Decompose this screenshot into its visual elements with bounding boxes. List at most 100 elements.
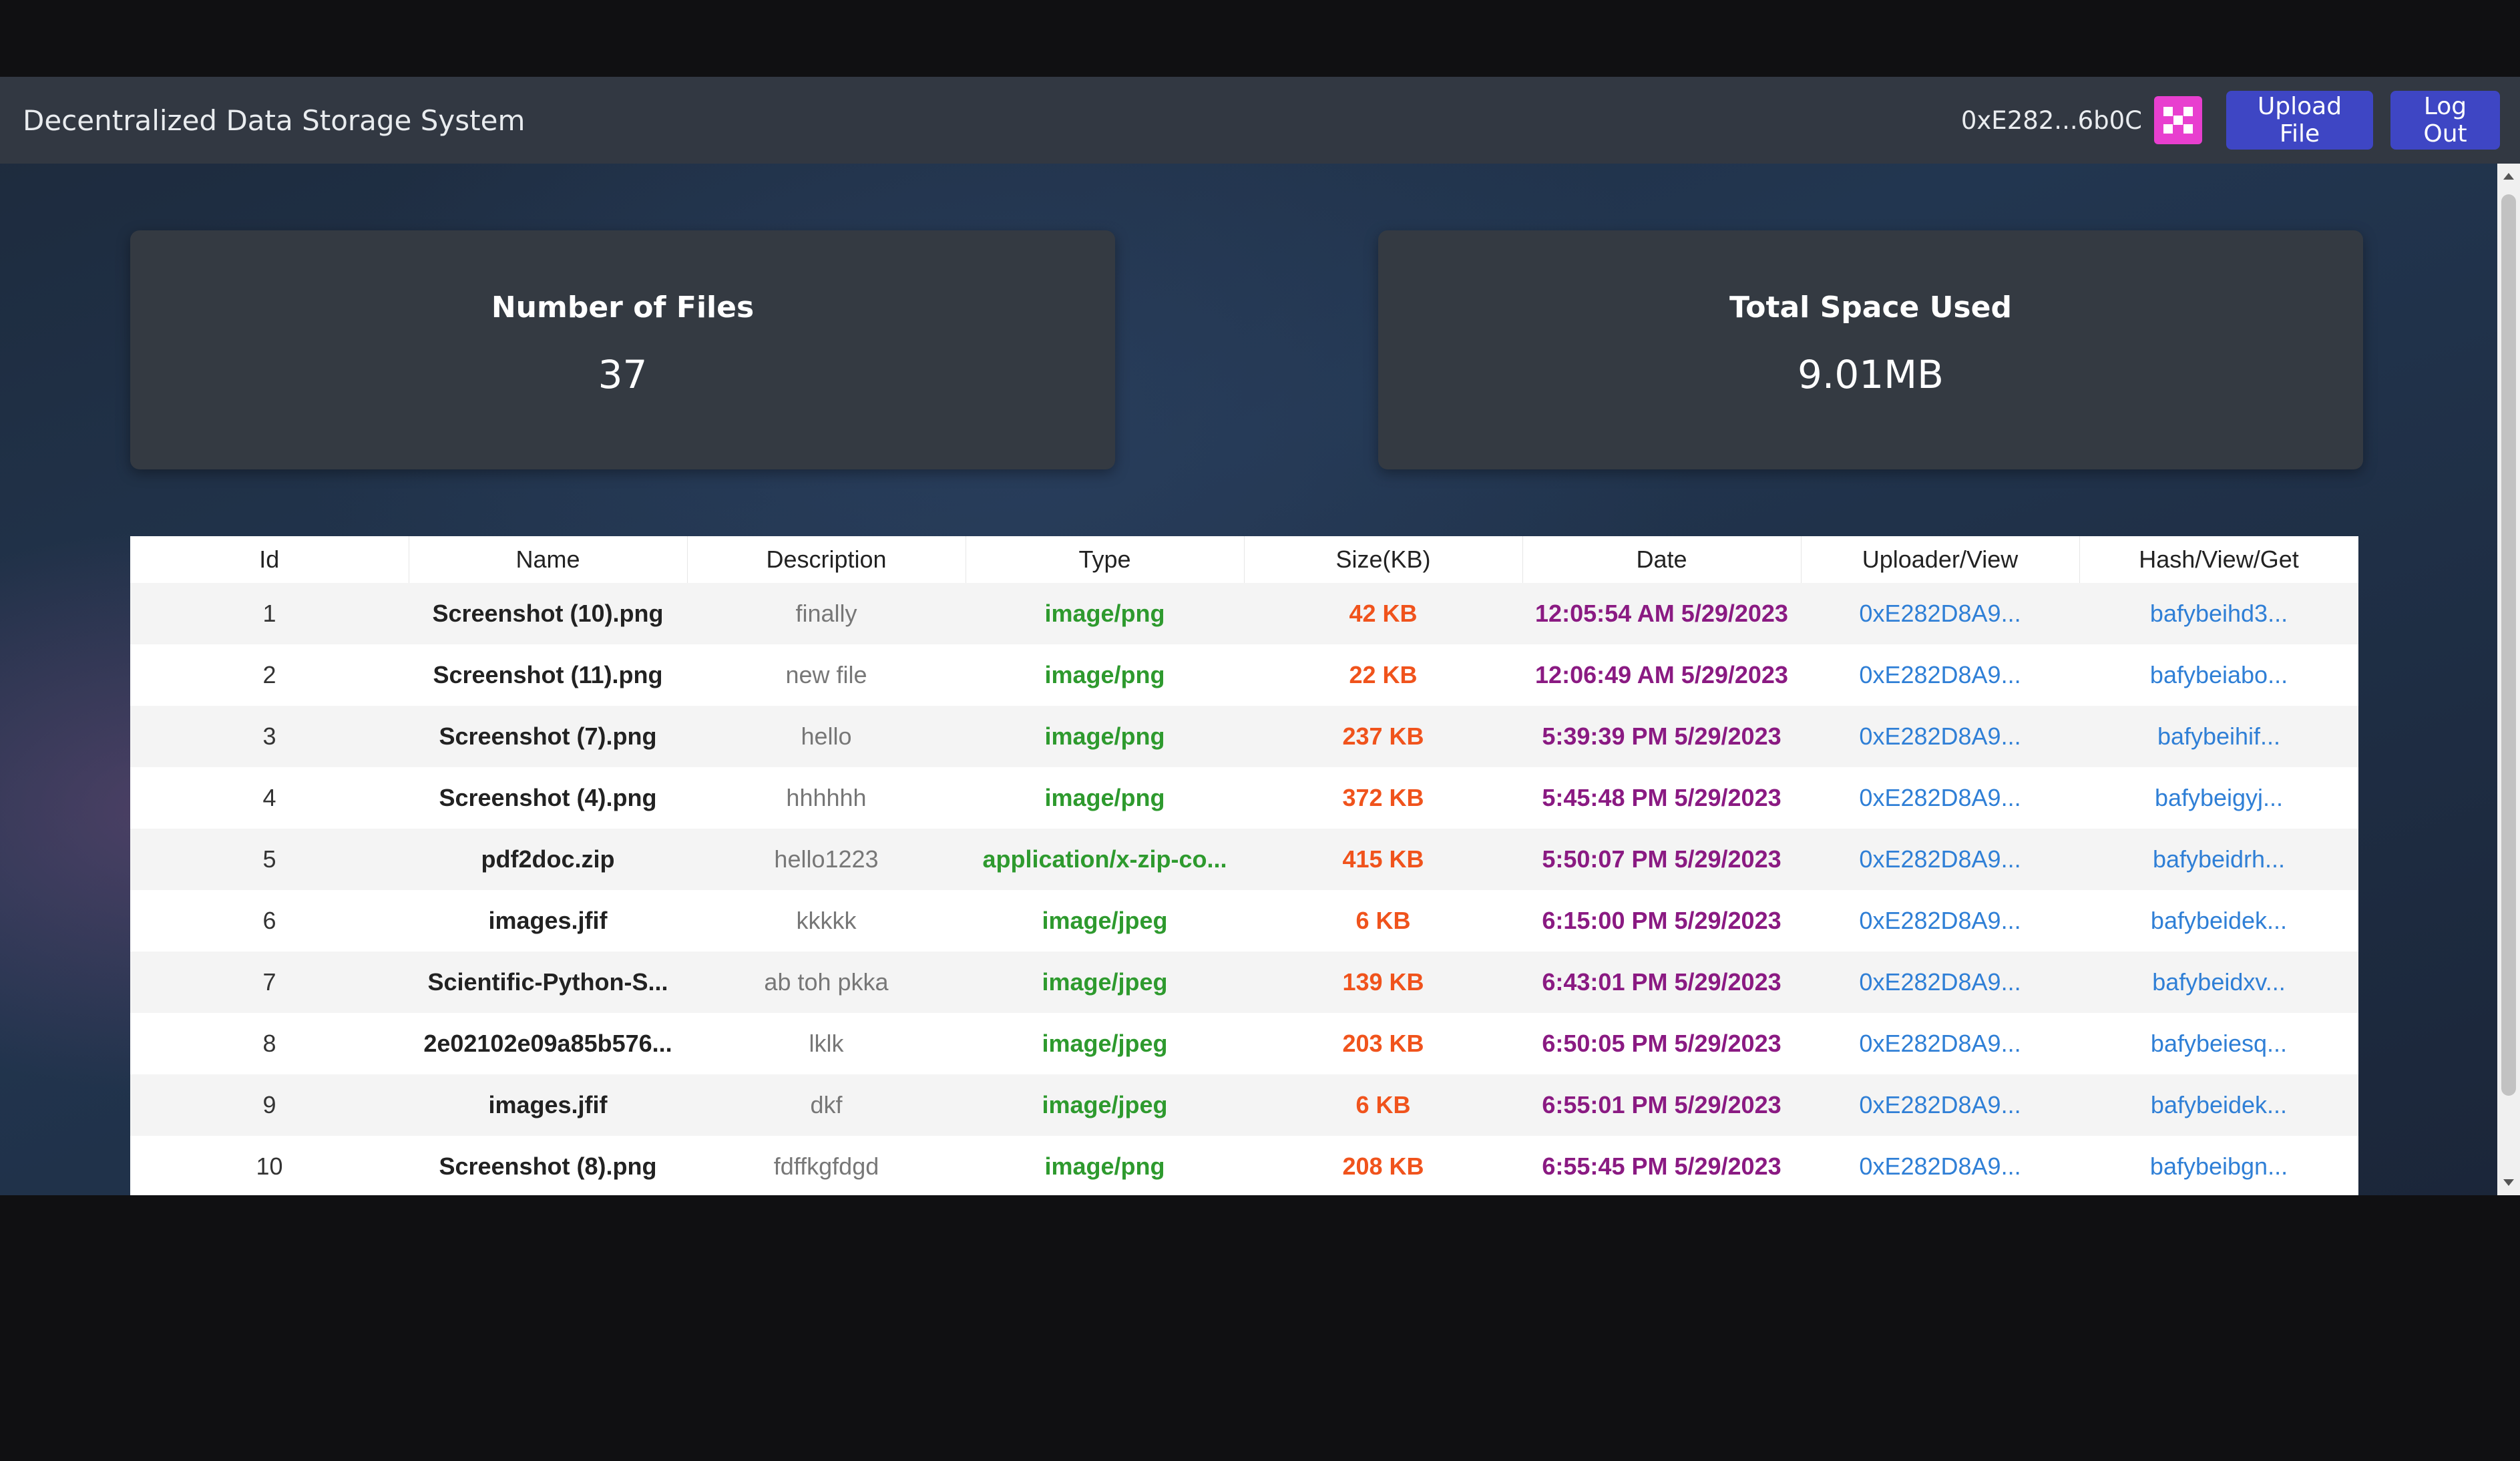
cell-hash-link[interactable]: bafybeidek... (2079, 1074, 2358, 1136)
cell-description: ab toh pkka (687, 952, 966, 1013)
cell-id: 3 (130, 706, 409, 767)
navbar-actions: 0xE282...6b0C Upload File Log Out (1961, 77, 2500, 164)
header-description[interactable]: Description (687, 536, 966, 583)
number-of-files-card: Number of Files 37 (130, 230, 1115, 469)
cell-id: 2 (130, 644, 409, 706)
cell-size: 6 KB (1244, 890, 1522, 952)
cell-size: 22 KB (1244, 644, 1522, 706)
cell-description: hhhhhh (687, 767, 966, 829)
cell-name: 2e02102e09a85b576... (409, 1013, 687, 1074)
files-table-container[interactable]: Id Name Description Type Size(KB) Date U… (130, 536, 2358, 1195)
cell-date: 5:45:48 PM 5/29/2023 (1522, 767, 1801, 829)
app-window: Decentralized Data Storage System 0xE282… (0, 77, 2520, 1195)
log-out-button[interactable]: Log Out (2390, 91, 2500, 150)
cell-uploader-link[interactable]: 0xE282D8A9... (1801, 1013, 2079, 1074)
cell-hash-link[interactable]: bafybeihif... (2079, 706, 2358, 767)
cell-uploader-link[interactable]: 0xE282D8A9... (1801, 890, 2079, 952)
cell-type: image/jpeg (966, 1074, 1244, 1136)
cell-uploader-link[interactable]: 0xE282D8A9... (1801, 952, 2079, 1013)
cell-size: 139 KB (1244, 952, 1522, 1013)
table-row: 10 Screenshot (8).png fdffkgfdgd image/png 2… (130, 1136, 2358, 1195)
cell-id: 10 (130, 1136, 409, 1195)
cell-name: Scientific-Python-S... (409, 952, 687, 1013)
cell-id: 8 (130, 1013, 409, 1074)
cell-type: image/png (966, 767, 1244, 829)
table-row: 1 Screenshot (10).png finally image/png 42 K… (130, 583, 2358, 644)
account-address: 0xE282...6b0C (1960, 106, 2142, 135)
cell-hash-link[interactable]: bafybeidek... (2079, 890, 2358, 952)
cell-type: image/jpeg (966, 890, 1244, 952)
cell-uploader-link[interactable]: 0xE282D8A9... (1801, 583, 2079, 644)
cell-hash-link[interactable]: bafybeiesq... (2079, 1013, 2358, 1074)
upload-file-button[interactable]: Upload File (2226, 91, 2373, 150)
cell-hash-link[interactable]: bafybeihd3... (2079, 583, 2358, 644)
cell-date: 12:06:49 AM 5/29/2023 (1522, 644, 1801, 706)
cell-type: image/png (966, 1136, 1244, 1195)
cell-date: 6:55:01 PM 5/29/2023 (1522, 1074, 1801, 1136)
cell-description: new file (687, 644, 966, 706)
cell-size: 42 KB (1244, 583, 1522, 644)
cell-type: image/png (966, 583, 1244, 644)
cell-description: dkf (687, 1074, 966, 1136)
cell-uploader-link[interactable]: 0xE282D8A9... (1801, 1074, 2079, 1136)
cell-id: 7 (130, 952, 409, 1013)
cell-uploader-link[interactable]: 0xE282D8A9... (1801, 644, 2079, 706)
total-space-label: Total Space Used (1729, 290, 2012, 325)
header-size[interactable]: Size(KB) (1244, 536, 1523, 583)
cell-id: 5 (130, 829, 409, 890)
table-row: 8 2e02102e09a85b576... lklk image/jpeg 203 K… (130, 1013, 2358, 1074)
total-space-card: Total Space Used 9.01MB (1378, 230, 2363, 469)
navbar: Decentralized Data Storage System 0xE282… (0, 77, 2520, 164)
header-name[interactable]: Name (409, 536, 688, 583)
scrollbar-thumb[interactable] (2501, 194, 2516, 1096)
cell-uploader-link[interactable]: 0xE282D8A9... (1801, 767, 2079, 829)
scroll-up-arrow-icon[interactable] (2503, 173, 2514, 180)
table-row: 6 images.jfif kkkkk image/jpeg 6 KB 6:15:00 P… (130, 890, 2358, 952)
total-space-value: 9.01MB (1798, 352, 1944, 397)
cell-uploader-link[interactable]: 0xE282D8A9... (1801, 1136, 2079, 1195)
files-table: Id Name Description Type Size(KB) Date U… (130, 536, 2358, 1195)
cell-date: 5:50:07 PM 5/29/2023 (1522, 829, 1801, 890)
cell-date: 5:39:39 PM 5/29/2023 (1522, 706, 1801, 767)
cell-date: 6:15:00 PM 5/29/2023 (1522, 890, 1801, 952)
cell-description: hello (687, 706, 966, 767)
cell-size: 415 KB (1244, 829, 1522, 890)
cell-uploader-link[interactable]: 0xE282D8A9... (1801, 829, 2079, 890)
table-row: 3 Screenshot (7).png hello image/png 237 KB 5… (130, 706, 2358, 767)
cell-type: application/x-zip-co... (966, 829, 1244, 890)
cell-hash-link[interactable]: bafybeidrh... (2079, 829, 2358, 890)
cell-hash-link[interactable]: bafybeidxv... (2079, 952, 2358, 1013)
cell-uploader-link[interactable]: 0xE282D8A9... (1801, 706, 2079, 767)
cell-name: pdf2doc.zip (409, 829, 687, 890)
number-of-files-value: 37 (598, 352, 648, 397)
cell-id: 6 (130, 890, 409, 952)
cell-description: lklk (687, 1013, 966, 1074)
table-row: 5 pdf2doc.zip hello1223 application/x-zip-c… (130, 829, 2358, 890)
identicon-avatar-icon (2154, 96, 2202, 144)
header-uploader[interactable]: Uploader/View (1801, 536, 2080, 583)
cell-date: 6:50:05 PM 5/29/2023 (1522, 1013, 1801, 1074)
header-id[interactable]: Id (130, 536, 409, 583)
scroll-down-arrow-icon[interactable] (2503, 1179, 2514, 1186)
header-type[interactable]: Type (966, 536, 1245, 583)
cell-hash-link[interactable]: bafybeigyj... (2079, 767, 2358, 829)
page-scrollbar[interactable] (2497, 164, 2520, 1195)
cell-size: 6 KB (1244, 1074, 1522, 1136)
number-of-files-label: Number of Files (491, 290, 755, 325)
cell-description: finally (687, 583, 966, 644)
app-title: Decentralized Data Storage System (23, 103, 526, 137)
cell-id: 9 (130, 1074, 409, 1136)
header-date[interactable]: Date (1522, 536, 1802, 583)
cell-type: image/jpeg (966, 1013, 1244, 1074)
cell-id: 4 (130, 767, 409, 829)
cell-description: fdffkgfdgd (687, 1136, 966, 1195)
cell-date: 6:55:45 PM 5/29/2023 (1522, 1136, 1801, 1195)
cell-hash-link[interactable]: bafybeibgn... (2079, 1136, 2358, 1195)
header-hash[interactable]: Hash/View/Get (2079, 536, 2358, 583)
cell-type: image/png (966, 706, 1244, 767)
cell-name: Screenshot (10).png (409, 583, 687, 644)
cell-hash-link[interactable]: bafybeiabo... (2079, 644, 2358, 706)
table-row: 4 Screenshot (4).png hhhhhh image/png 372 KB… (130, 767, 2358, 829)
cell-name: Screenshot (7).png (409, 706, 687, 767)
cell-size: 372 KB (1244, 767, 1522, 829)
